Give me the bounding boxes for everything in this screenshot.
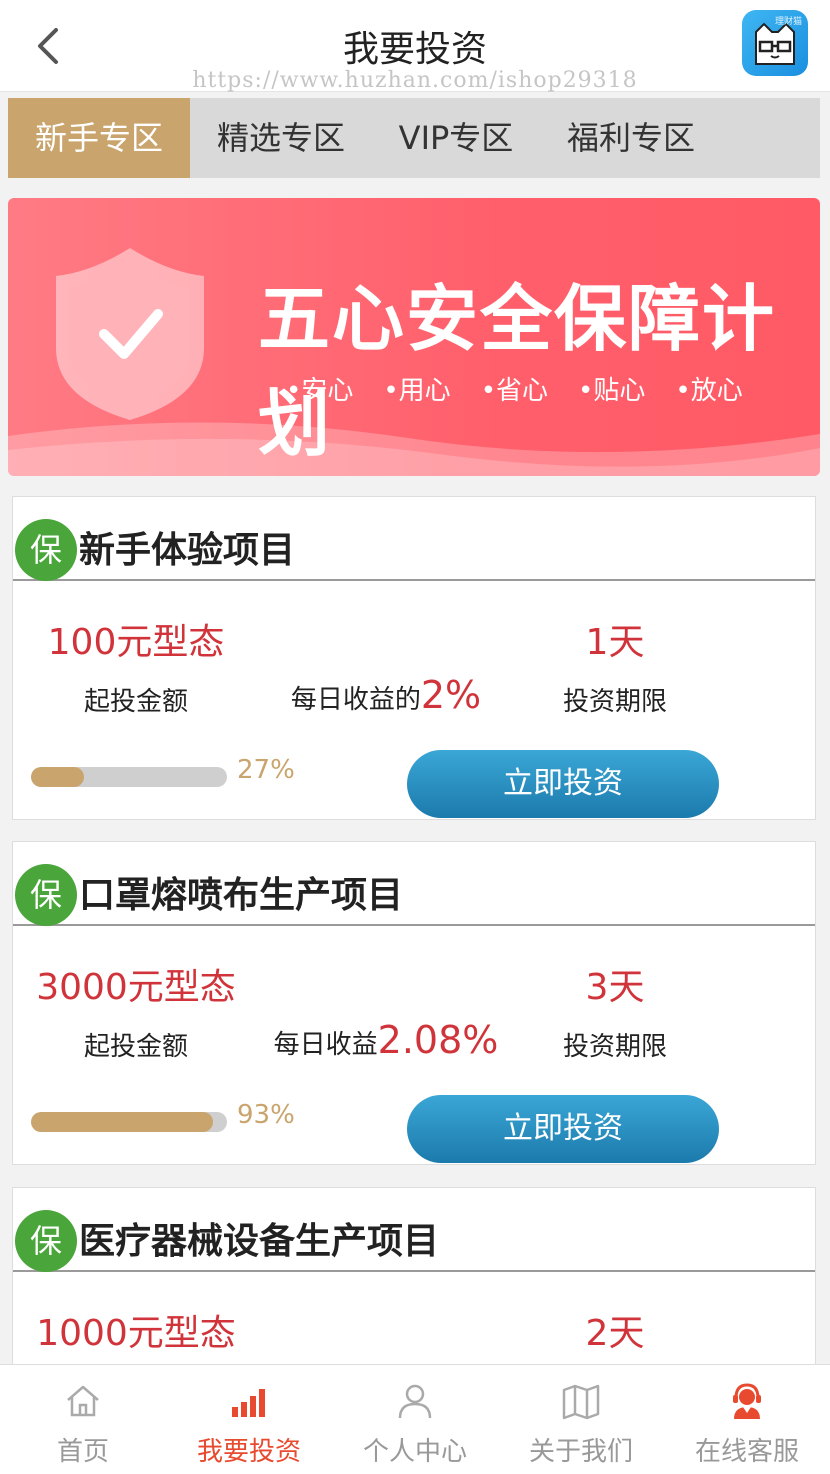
customer-service-icon	[733, 1383, 761, 1419]
product-card-header: 保 医疗器械设备生产项目	[13, 1188, 815, 1272]
banner-title: 五心安全保障计划	[258, 277, 777, 466]
nav-item-about[interactable]: 关于我们	[498, 1365, 664, 1474]
nav-label: 个人中心	[362, 1437, 467, 1467]
banner-slogan: •贴心	[578, 376, 646, 406]
guarantee-badge: 保	[15, 864, 77, 926]
product-title: 口罩熔喷布生产项目	[79, 875, 404, 916]
user-icon	[398, 1384, 432, 1419]
term-label: 投资期限	[562, 1032, 667, 1062]
product-title: 医疗器械设备生产项目	[79, 1221, 440, 1262]
product-card[interactable]: 保 口罩熔喷布生产项目 3000元型态 3天 起投金额 每日收益2.08% 投资…	[12, 841, 816, 1165]
tab-featured[interactable]: 精选专区	[190, 98, 372, 178]
promo-banner[interactable]: 五心安全保障计划 •安心 •用心 •省心 •贴心 •放心	[8, 198, 820, 476]
progress-percent: 27%	[237, 755, 295, 785]
header-bar: 我要投资 理财猫 https://www.huzhan.com/ishop293…	[0, 0, 830, 93]
progress-bar-fill	[31, 1112, 214, 1132]
guarantee-badge: 保	[15, 1210, 77, 1272]
term-label: 投资期限	[562, 687, 667, 717]
progress-bar-fill	[31, 767, 84, 787]
min-amount-label: 起投金额	[83, 1032, 188, 1062]
nav-label: 首页	[56, 1437, 109, 1467]
daily-yield-label: 每日收益的	[290, 685, 421, 715]
nav-label: 关于我们	[528, 1437, 633, 1467]
app-logo[interactable]: 理财猫	[742, 10, 808, 76]
nav-item-support[interactable]: 在线客服	[664, 1365, 830, 1474]
product-card[interactable]: 保 医疗器械设备生产项目 1000元型态 2天	[12, 1187, 816, 1387]
bottom-nav: 首页 我要投资 个人中心 关于我们 在线客服	[0, 1364, 830, 1474]
tab-newbie[interactable]: 新手专区	[8, 98, 190, 178]
daily-yield: 每日收益的2%	[259, 673, 513, 717]
category-tabs: 新手专区 精选专区 VIP专区 福利专区	[8, 98, 820, 178]
term-value: 2天	[585, 1313, 645, 1354]
daily-yield-rate: 2%	[420, 673, 482, 717]
tab-vip[interactable]: VIP专区	[372, 98, 540, 178]
guarantee-badge: 保	[15, 519, 77, 581]
bar-chart-icon	[232, 1389, 265, 1417]
daily-yield: 每日收益2.08%	[259, 1018, 513, 1062]
term-value: 3天	[585, 967, 645, 1008]
product-card[interactable]: 保 新手体验项目 100元型态 1天 起投金额 每日收益的2% 投资期限 27%…	[12, 496, 816, 820]
product-card-header: 保 新手体验项目	[13, 497, 815, 581]
page: 我要投资 理财猫 https://www.huzhan.com/ishop293…	[0, 0, 830, 1474]
min-amount-value: 3000元型态	[36, 967, 236, 1008]
nav-item-home[interactable]: 首页	[0, 1365, 166, 1474]
term-value: 1天	[585, 622, 645, 663]
nav-item-invest[interactable]: 我要投资	[166, 1365, 332, 1474]
nav-label: 我要投资	[196, 1437, 301, 1467]
daily-yield-rate: 2.08%	[377, 1018, 499, 1062]
nav-item-profile[interactable]: 个人中心	[332, 1365, 498, 1474]
logo-text: 理财猫	[774, 17, 802, 27]
map-icon	[562, 1384, 600, 1420]
banner-slogans: •安心 •用心 •省心 •贴心 •放心	[286, 370, 773, 407]
watermark-text: https://www.huzhan.com/ishop29318	[192, 68, 638, 93]
progress-percent: 93%	[237, 1100, 295, 1130]
banner-slogan: •省心	[480, 376, 549, 406]
banner-slogan: •安心	[286, 376, 354, 406]
progress-bar	[31, 1112, 227, 1132]
min-amount-value: 100元型态	[47, 622, 225, 663]
invest-now-button[interactable]: 立即投资	[407, 750, 719, 818]
nav-label: 在线客服	[694, 1437, 799, 1467]
home-icon	[67, 1385, 99, 1417]
tab-welfare[interactable]: 福利专区	[540, 98, 722, 178]
progress-bar	[31, 767, 227, 787]
daily-yield-label: 每日收益	[273, 1030, 378, 1060]
banner-slogan: •放心	[675, 376, 743, 406]
min-amount-label: 起投金额	[83, 687, 188, 717]
page-title: 我要投资	[342, 29, 487, 70]
min-amount-value: 1000元型态	[36, 1313, 236, 1354]
product-title: 新手体验项目	[79, 530, 296, 571]
banner-slogan: •用心	[383, 376, 451, 406]
product-card-header: 保 口罩熔喷布生产项目	[13, 842, 815, 926]
shield-check-icon	[56, 248, 204, 420]
invest-now-button[interactable]: 立即投资	[407, 1095, 719, 1163]
